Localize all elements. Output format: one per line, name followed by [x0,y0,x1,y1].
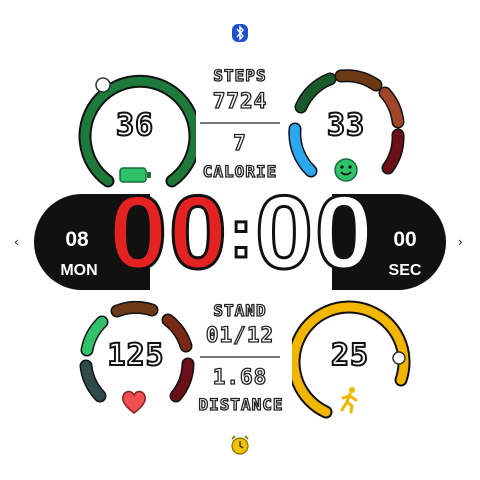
stand-divider [200,356,280,358]
weekday-label: MON [60,262,98,279]
mood-value: 33 [326,107,366,144]
stand-label: STAND [213,300,267,320]
heart-rate-value: 125 [106,337,165,374]
seconds-value: 00 [393,228,417,251]
steps-value: 7724 [212,88,268,113]
steps-divider [200,122,280,124]
seconds-pill-edge: › [458,235,463,249]
date-pill-edge: ‹ [14,235,19,249]
day-value: 08 [65,228,89,251]
calorie-value: 7 [233,130,247,155]
seconds-label: SEC [388,262,422,279]
hours-display: 00 [108,175,229,291]
heart-icon [119,388,149,416]
stand-value: 01/12 [205,322,275,347]
activity-value: 25 [330,337,370,374]
minutes-display: 00 [254,175,375,291]
alarm-icon [229,434,251,456]
battery-value: 36 [115,107,155,144]
steps-label: STEPS [213,65,267,85]
bluetooth-icon [231,23,249,43]
running-icon [336,386,362,414]
distance-label: DISTANCE [198,394,284,414]
distance-value: 1.68 [212,364,268,389]
